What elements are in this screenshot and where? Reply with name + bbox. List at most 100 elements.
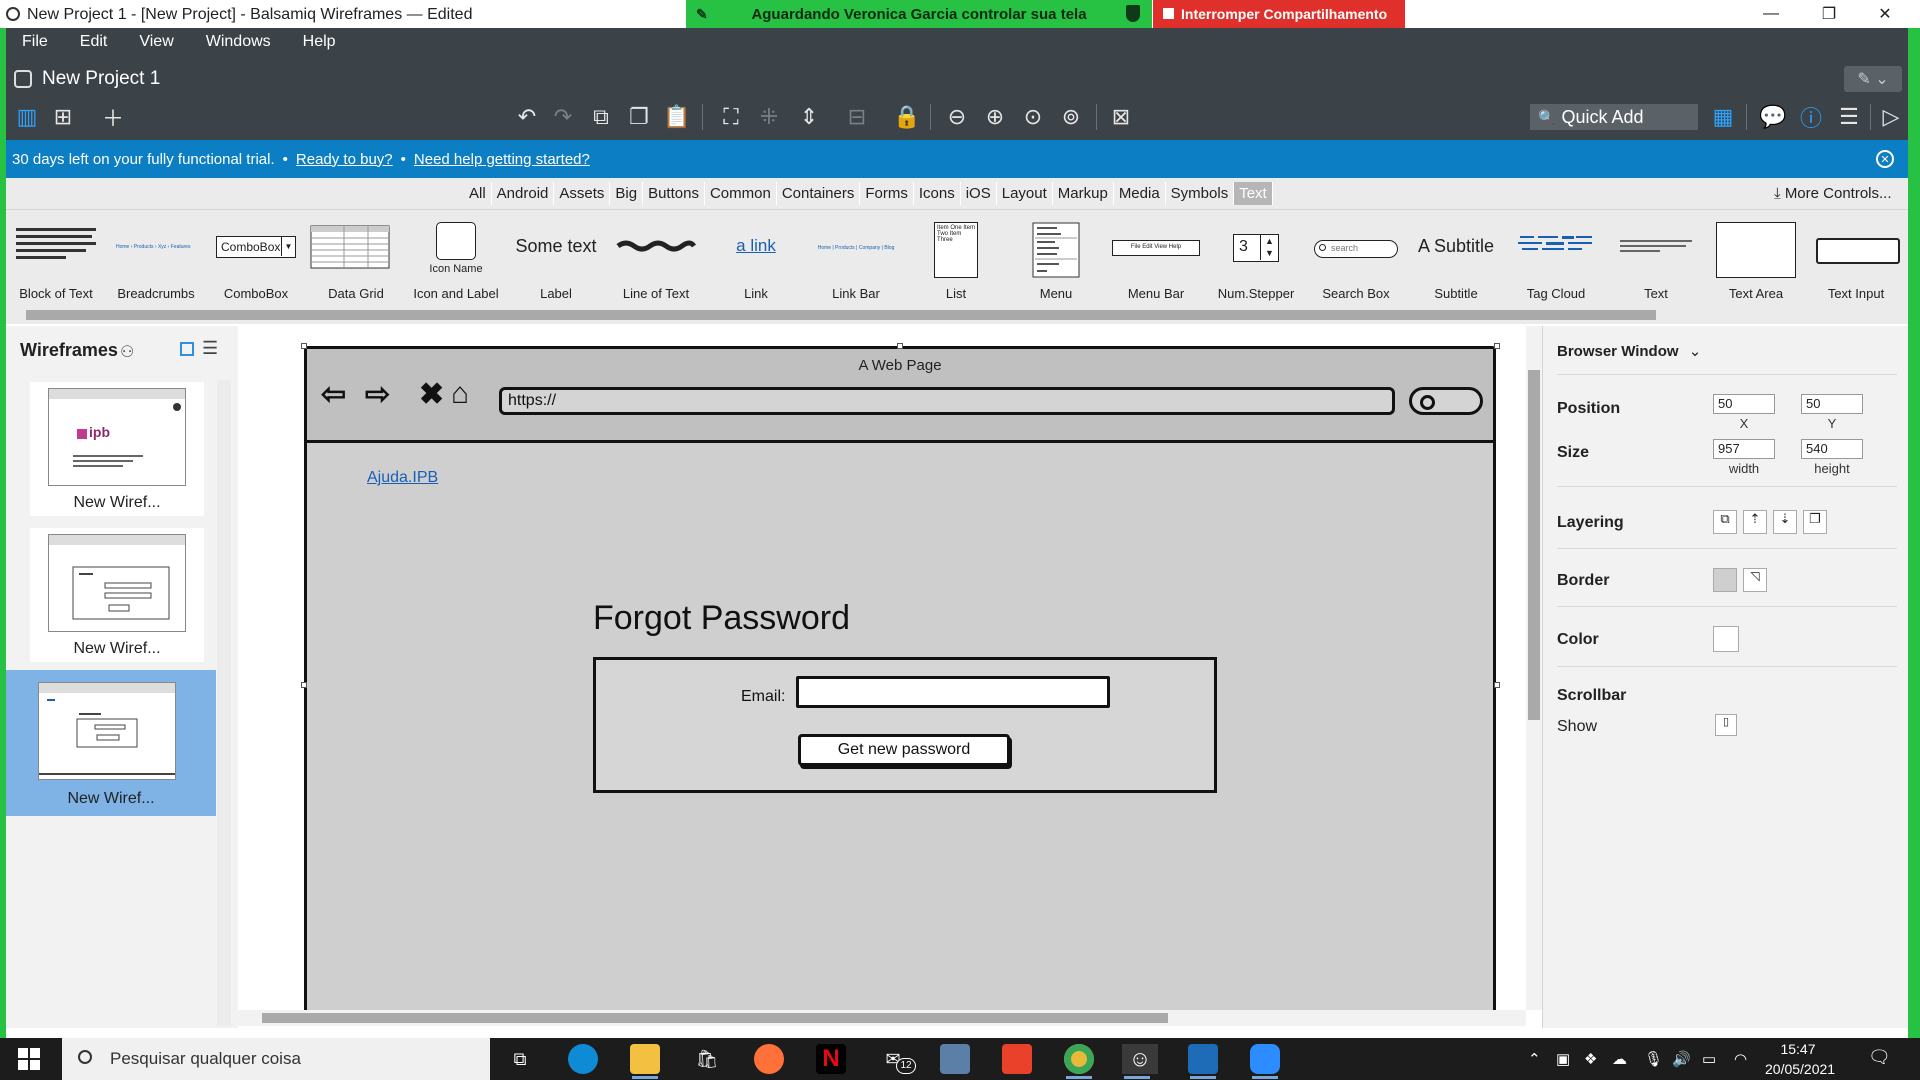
- ungroup-icon[interactable]: ⁜: [754, 102, 784, 132]
- component-menu[interactable]: Menu: [1006, 210, 1106, 306]
- mail-icon[interactable]: ✉ 12: [878, 1044, 916, 1074]
- edge-browser-icon[interactable]: [568, 1044, 598, 1074]
- category-media[interactable]: Media: [1114, 182, 1166, 205]
- users-icon[interactable]: ⚇: [120, 342, 134, 362]
- stop-sharing-button[interactable]: Interromper Compartilhamento: [1153, 0, 1405, 28]
- presentation-icon[interactable]: ▷: [1876, 102, 1906, 132]
- category-forms[interactable]: Forms: [860, 182, 914, 205]
- menu-file[interactable]: File: [6, 33, 64, 51]
- position-x-field[interactable]: 50: [1713, 394, 1775, 414]
- info-icon[interactable]: ⓘ: [1796, 102, 1826, 132]
- delete-icon[interactable]: ⊠: [1106, 102, 1136, 132]
- menu-windows[interactable]: Windows: [190, 33, 287, 51]
- component-subtitle[interactable]: A Subtitle Subtitle: [1406, 210, 1506, 306]
- wireframe-thumbnail-1[interactable]: ipb New Wiref...: [30, 382, 204, 516]
- email-field[interactable]: [796, 676, 1110, 708]
- component-menu-bar[interactable]: File Edit View Help Menu Bar: [1106, 210, 1206, 306]
- zoom-in-icon[interactable]: ⊕: [980, 102, 1010, 132]
- category-ios[interactable]: iOS: [961, 182, 997, 205]
- scrollbar-thumb[interactable]: [1528, 370, 1540, 720]
- battery-icon[interactable]: ▭: [1702, 1050, 1716, 1068]
- netflix-icon[interactable]: N: [816, 1044, 846, 1074]
- zoom-meetings-icon[interactable]: [1250, 1044, 1280, 1079]
- taskbar-clock[interactable]: 15:47 20/05/2021: [1765, 1038, 1835, 1080]
- more-controls-button[interactable]: ⤓ More Controls...: [1774, 185, 1892, 202]
- ui-library-icon[interactable]: ▦: [1708, 102, 1738, 132]
- resize-handle[interactable]: [897, 343, 903, 349]
- minimize-button[interactable]: —: [1748, 0, 1794, 28]
- duplicate-icon[interactable]: ⧉: [586, 102, 616, 132]
- border-square-icon[interactable]: [1713, 568, 1737, 592]
- component-tag-cloud[interactable]: Tag Cloud: [1506, 210, 1606, 306]
- color-swatch[interactable]: [1713, 626, 1739, 652]
- resize-handle[interactable]: [301, 682, 307, 688]
- component-icon-and-label[interactable]: Icon Name Icon and Label: [406, 210, 506, 306]
- component-label-item[interactable]: Some text Label: [506, 210, 606, 306]
- component-text-area[interactable]: Text Area: [1706, 210, 1806, 306]
- firefox-icon[interactable]: [754, 1044, 784, 1074]
- bring-forward-icon[interactable]: ⇡: [1743, 510, 1767, 534]
- store-icon[interactable]: 🛍: [692, 1044, 722, 1074]
- browser-window-mockup[interactable]: A Web Page ⇦ ⇨ ✖ ⌂ https:// Ajuda.IPB Fo…: [304, 346, 1496, 1014]
- canvas-vertical-scrollbar[interactable]: [1526, 326, 1542, 1010]
- dropbox-icon[interactable]: ❖: [1584, 1050, 1597, 1068]
- single-view-icon[interactable]: ▥: [12, 102, 42, 132]
- office-icon[interactable]: [1002, 1044, 1032, 1074]
- zoom-out-icon[interactable]: ⊖: [942, 102, 972, 132]
- category-markup[interactable]: Markup: [1053, 182, 1114, 205]
- component-text[interactable]: Text: [1606, 210, 1706, 306]
- border-sketch-icon[interactable]: ◹: [1743, 568, 1767, 592]
- ready-to-buy-link[interactable]: Ready to buy?: [296, 151, 393, 168]
- component-link[interactable]: a link Link: [706, 210, 806, 306]
- send-to-back-icon[interactable]: ❐: [1803, 510, 1827, 534]
- wifi-icon[interactable]: ◠: [1734, 1050, 1747, 1068]
- tray-chevron-icon[interactable]: ⌃: [1528, 1050, 1541, 1068]
- category-icons[interactable]: Icons: [914, 182, 961, 205]
- chrome-icon[interactable]: [1064, 1044, 1094, 1079]
- resize-handle[interactable]: [1494, 682, 1500, 688]
- height-field[interactable]: 540: [1801, 439, 1863, 459]
- scrollbar-toggle-icon[interactable]: ▯: [1715, 714, 1737, 736]
- wireframe-thumbnail-2[interactable]: New Wiref...: [30, 528, 204, 662]
- width-field[interactable]: 957: [1713, 439, 1775, 459]
- file-explorer-icon[interactable]: [630, 1044, 660, 1079]
- category-layout[interactable]: Layout: [997, 182, 1053, 205]
- zoom-fit-icon[interactable]: ⊚: [1056, 102, 1086, 132]
- taskbar-search-box[interactable]: Pesquisar qualquer coisa: [62, 1038, 490, 1080]
- comments-icon[interactable]: 💬: [1758, 102, 1788, 132]
- wireframe-thumbnail-3-selected[interactable]: New Wiref...: [6, 670, 216, 816]
- close-window-button[interactable]: ✕: [1862, 0, 1908, 28]
- wireframes-panel-scrollbar[interactable]: [217, 380, 231, 1026]
- quick-add-search[interactable]: 🔍 Quick Add: [1530, 104, 1698, 130]
- category-big[interactable]: Big: [610, 182, 644, 205]
- scrollbar-thumb[interactable]: [26, 310, 1656, 320]
- category-assets[interactable]: Assets: [554, 182, 611, 205]
- ajuda-ipb-link[interactable]: Ajuda.IPB: [367, 469, 438, 487]
- component-block-of-text[interactable]: Block of Text: [6, 210, 106, 306]
- notifications-icon[interactable]: 🗨: [1868, 1047, 1891, 1068]
- group-icon[interactable]: ⛶: [716, 102, 746, 132]
- component-combobox[interactable]: ComboBox ▼ ComboBox: [206, 210, 306, 306]
- align-icon[interactable]: ⇕: [794, 102, 824, 132]
- properties-header[interactable]: Browser Window ⌄: [1557, 342, 1701, 360]
- component-breadcrumbs[interactable]: Home › Products › Xyz › Features Breadcr…: [106, 210, 206, 306]
- volume-icon[interactable]: 🔊: [1672, 1050, 1691, 1068]
- add-wireframe-icon[interactable]: ＋: [98, 102, 128, 132]
- task-view-icon[interactable]: ⧉: [505, 1044, 535, 1074]
- list-view-icon[interactable]: ☰: [202, 338, 218, 359]
- category-all[interactable]: All: [464, 182, 492, 205]
- resize-handle[interactable]: [301, 343, 307, 349]
- position-y-field[interactable]: 50: [1801, 394, 1863, 414]
- redo-icon[interactable]: ↷: [548, 102, 578, 132]
- undo-icon[interactable]: ↶: [512, 102, 542, 132]
- category-containers[interactable]: Containers: [777, 182, 861, 205]
- restore-button[interactable]: ❐: [1806, 0, 1852, 28]
- notes-icon[interactable]: ☰: [1834, 102, 1864, 132]
- wireframe-canvas[interactable]: A Web Page ⇦ ⇨ ✖ ⌂ https:// Ajuda.IPB Fo…: [238, 326, 1528, 1028]
- category-buttons[interactable]: Buttons: [643, 182, 705, 205]
- menu-edit[interactable]: Edit: [64, 33, 124, 51]
- resize-handle[interactable]: [1494, 343, 1500, 349]
- scrollbar-thumb[interactable]: [262, 1013, 1168, 1023]
- copy-icon[interactable]: ❐: [624, 102, 654, 132]
- get-new-password-button[interactable]: Get new password: [798, 734, 1010, 766]
